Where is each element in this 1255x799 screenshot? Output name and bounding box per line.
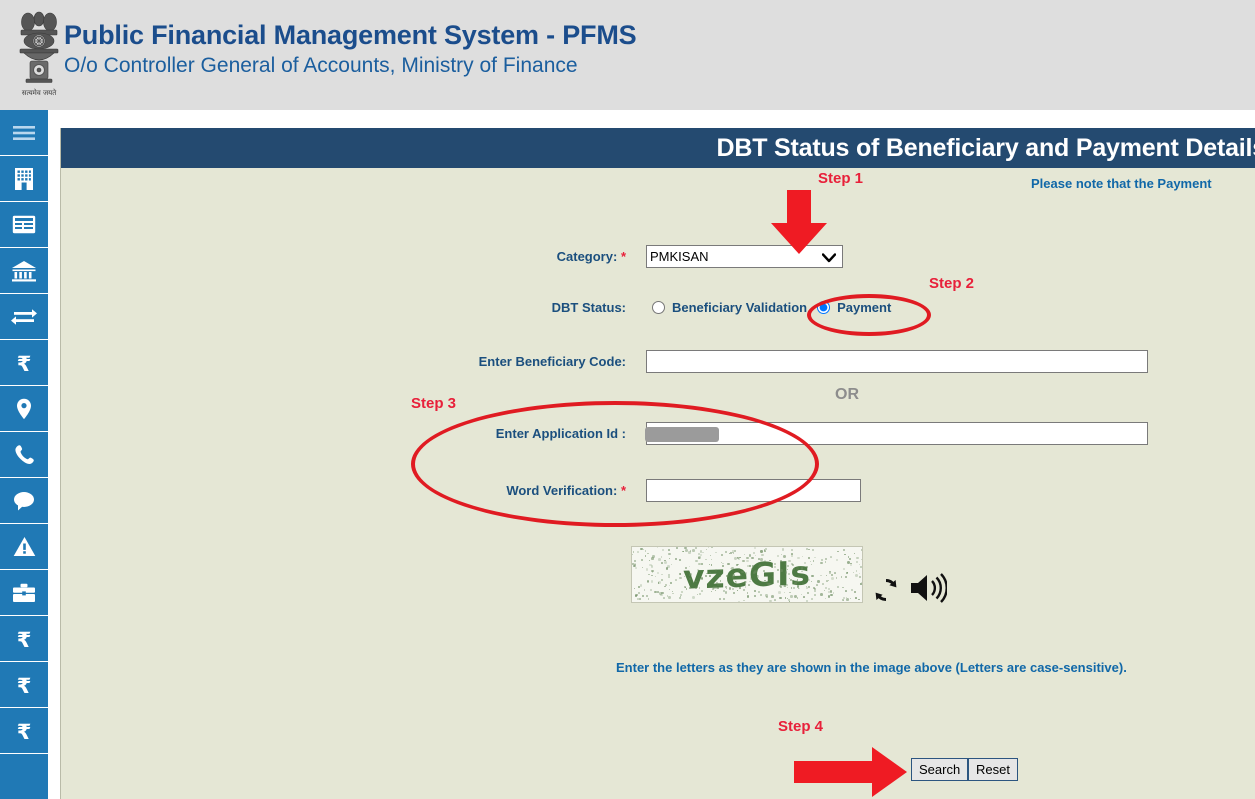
india-state-emblem-icon: सत्यमेव जयते bbox=[8, 3, 70, 103]
transfer-arrows-icon bbox=[11, 307, 37, 327]
sidebar-item-payments[interactable]: ₹ bbox=[0, 340, 48, 386]
app-title: Public Financial Management System - PFM… bbox=[64, 20, 637, 50]
sidebar-item-reports[interactable] bbox=[0, 202, 48, 248]
word-verification-row: Word Verification: * bbox=[441, 479, 1041, 502]
left-sidebar: ₹ ₹ ₹ ₹ bbox=[0, 110, 48, 799]
or-separator: OR bbox=[835, 386, 859, 403]
sidebar-item-status[interactable]: ₹ bbox=[0, 708, 48, 754]
application-id-input[interactable] bbox=[646, 422, 1148, 445]
sidebar-item-bank[interactable] bbox=[0, 248, 48, 294]
sidebar-item-support[interactable] bbox=[0, 478, 48, 524]
svg-text:₹: ₹ bbox=[17, 720, 32, 742]
reset-button[interactable]: Reset bbox=[968, 758, 1018, 781]
beneficiary-code-row: Enter Beneficiary Code: bbox=[441, 350, 1171, 373]
step-4-label: Step 4 bbox=[778, 718, 824, 735]
payment-note: Please note that the Payment bbox=[1031, 176, 1212, 191]
step-4-arrow-icon bbox=[794, 747, 908, 799]
hamburger-menu-icon bbox=[13, 125, 35, 141]
required-asterisk: * bbox=[620, 249, 626, 264]
captcha-image: vzeGIs bbox=[631, 546, 863, 603]
refresh-icon[interactable] bbox=[873, 577, 899, 608]
chat-bubble-icon bbox=[13, 491, 35, 511]
sidebar-item-alerts[interactable] bbox=[0, 524, 48, 570]
captcha-help-text: Enter the letters as they are shown in t… bbox=[616, 660, 1127, 675]
sidebar-item-tracker[interactable]: ₹ bbox=[0, 662, 48, 708]
category-row: Category: * PMKISAN bbox=[441, 245, 941, 268]
category-label: Category: * bbox=[556, 249, 626, 264]
step-3-highlight-ellipse bbox=[411, 401, 819, 527]
application-id-row: Enter Application Id : bbox=[441, 422, 1171, 445]
word-verification-label: Word Verification: * bbox=[506, 483, 626, 498]
sidebar-item-agency[interactable] bbox=[0, 156, 48, 202]
page-title-bar: DBT Status of Beneficiary and Payment De… bbox=[61, 128, 1255, 168]
sidebar-item-dbt[interactable]: ₹ bbox=[0, 616, 48, 662]
word-verification-input[interactable] bbox=[646, 479, 861, 502]
page-title: DBT Status of Beneficiary and Payment De… bbox=[716, 133, 1255, 162]
rupee-icon: ₹ bbox=[15, 352, 33, 374]
rupee-icon: ₹ bbox=[15, 628, 33, 650]
sidebar-item-locations[interactable] bbox=[0, 386, 48, 432]
app-header: सत्यमेव जयते Public Financial Management… bbox=[0, 0, 1255, 110]
phone-icon bbox=[14, 444, 34, 465]
beneficiary-code-input[interactable] bbox=[646, 350, 1148, 373]
briefcase-icon bbox=[12, 583, 36, 603]
radio-beneficiary-validation[interactable] bbox=[652, 301, 665, 314]
sidebar-item-contact[interactable] bbox=[0, 432, 48, 478]
app-subtitle: O/o Controller General of Accounts, Mini… bbox=[64, 54, 578, 77]
dbt-status-label: DBT Status: bbox=[551, 300, 626, 315]
search-button[interactable]: Search bbox=[911, 758, 969, 781]
rupee-icon: ₹ bbox=[15, 674, 33, 696]
radio-payment-label: Payment bbox=[837, 300, 892, 315]
bank-icon bbox=[11, 260, 37, 282]
svg-text:₹: ₹ bbox=[17, 674, 32, 696]
svg-text:₹: ₹ bbox=[17, 628, 32, 650]
speaker-icon[interactable] bbox=[909, 572, 948, 609]
svg-text:सत्यमेव जयते: सत्यमेव जयते bbox=[22, 88, 57, 97]
radio-beneficiary-validation-label: Beneficiary Validation bbox=[672, 300, 808, 315]
step-1-label: Step 1 bbox=[818, 170, 864, 187]
required-asterisk: * bbox=[620, 483, 626, 498]
beneficiary-code-label: Enter Beneficiary Code: bbox=[478, 354, 626, 369]
sidebar-item-schemes[interactable] bbox=[0, 570, 48, 616]
warning-triangle-icon bbox=[13, 536, 36, 557]
step-3-label: Step 3 bbox=[411, 395, 457, 412]
sidebar-item-transfers[interactable] bbox=[0, 294, 48, 340]
dbt-status-row: DBT Status: Beneficiary Validation Payme… bbox=[441, 300, 1061, 315]
category-select[interactable]: PMKISAN bbox=[646, 245, 843, 268]
location-pin-icon bbox=[16, 398, 32, 420]
main-content: DBT Status of Beneficiary and Payment De… bbox=[60, 128, 1255, 799]
redaction-overlay bbox=[645, 427, 719, 442]
svg-text:₹: ₹ bbox=[17, 352, 32, 374]
rupee-icon: ₹ bbox=[15, 720, 33, 742]
application-id-label: Enter Application Id : bbox=[495, 426, 626, 441]
building-icon bbox=[13, 167, 35, 191]
sidebar-item-menu[interactable] bbox=[0, 110, 48, 156]
radio-payment[interactable] bbox=[817, 301, 831, 314]
card-list-icon bbox=[12, 215, 36, 234]
step-2-label: Step 2 bbox=[929, 275, 975, 292]
